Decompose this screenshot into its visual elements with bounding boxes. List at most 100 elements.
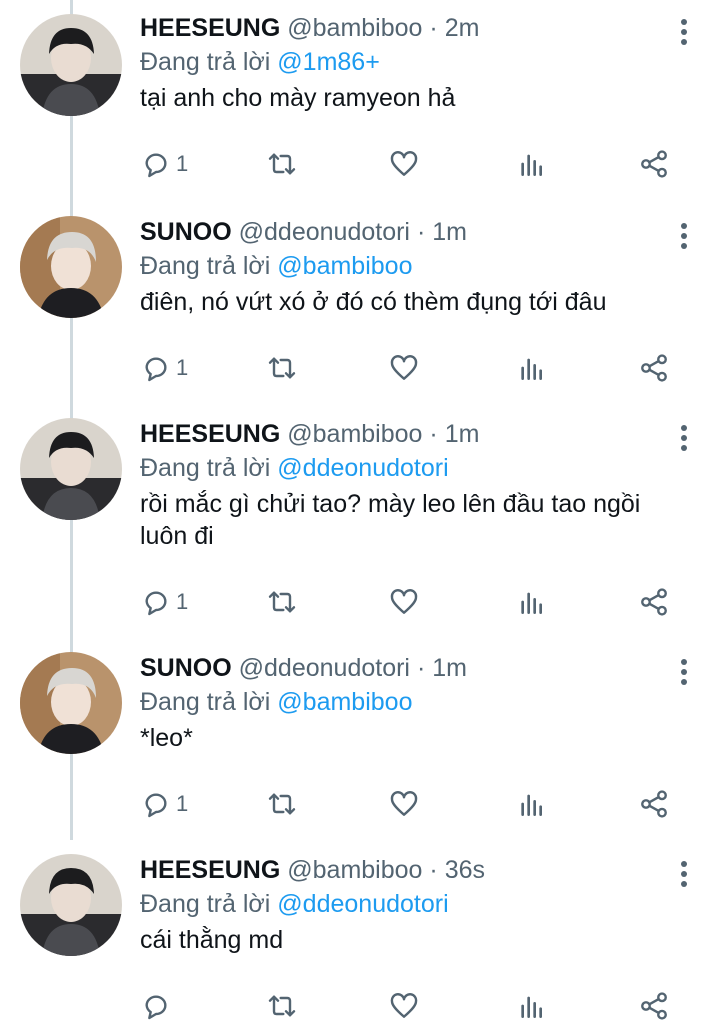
analytics-button[interactable]: [516, 582, 548, 622]
heart-icon: [390, 589, 418, 614]
retweet-icon: [268, 357, 296, 379]
reply-mention-link[interactable]: @ddeonudotori: [277, 890, 448, 918]
share-icon: [641, 354, 667, 382]
tweet-text: cái thằng md: [140, 926, 284, 954]
timestamp[interactable]: 1m: [445, 420, 480, 448]
reply-count: 1: [176, 589, 189, 614]
avatar[interactable]: [20, 14, 122, 116]
analytics-button[interactable]: [516, 348, 548, 388]
reply-button[interactable]: [140, 986, 176, 1026]
tweet-text: *leo*: [140, 724, 193, 752]
tweet-actions: 1: [140, 144, 680, 184]
timestamp[interactable]: 1m: [432, 218, 467, 246]
analytics-button[interactable]: [516, 784, 548, 824]
more-options-icon[interactable]: [678, 858, 690, 890]
retweet-icon: [268, 153, 296, 175]
reply-button[interactable]: 1: [140, 582, 188, 622]
separator-dot: ·: [416, 654, 426, 682]
avatar[interactable]: [20, 652, 122, 754]
analytics-icon: [521, 154, 542, 176]
heart-icon: [390, 791, 418, 816]
retweet-button[interactable]: [266, 348, 298, 388]
user-handle[interactable]: @ddeonudotori: [239, 654, 410, 682]
replying-to-label: Đang trả lời: [140, 252, 271, 280]
retweet-button[interactable]: [266, 582, 298, 622]
replying-to-label: Đang trả lời: [140, 454, 271, 482]
timestamp[interactable]: 1m: [432, 654, 467, 682]
display-name[interactable]: HEESEUNG: [140, 856, 280, 884]
reply-mention-link[interactable]: @bambiboo: [277, 688, 412, 716]
timestamp[interactable]: 36s: [445, 856, 485, 884]
more-options-icon[interactable]: [678, 220, 690, 252]
like-button[interactable]: [388, 784, 420, 824]
retweet-button[interactable]: [266, 144, 298, 184]
avatar[interactable]: [20, 216, 122, 318]
reply-count: 1: [176, 791, 189, 816]
like-button[interactable]: [388, 582, 420, 622]
replying-to: Đang trả lời @1m86+: [140, 46, 670, 78]
replying-to: Đang trả lời @ddeonudotori: [140, 452, 670, 484]
display-name[interactable]: SUNOO: [140, 654, 232, 682]
avatar[interactable]: [20, 418, 122, 520]
analytics-button[interactable]: [516, 986, 548, 1026]
separator-dot: ·: [429, 14, 438, 42]
analytics-button[interactable]: [516, 144, 548, 184]
share-icon: [641, 790, 667, 818]
share-button[interactable]: [638, 144, 670, 184]
tweet-actions: 1: [140, 348, 680, 388]
display-name[interactable]: SUNOO: [140, 218, 232, 246]
share-icon: [641, 588, 667, 616]
user-handle[interactable]: @bambiboo: [287, 420, 422, 448]
tweet-header: HEESEUNG @bambiboo · 2m: [140, 12, 670, 44]
user-handle[interactable]: @bambiboo: [287, 856, 422, 884]
retweet-icon: [268, 591, 296, 613]
avatar[interactable]: [20, 854, 122, 956]
tweet-text: rồi mắc gì chửi tao? mày leo lên đầu tao…: [140, 490, 641, 550]
separator-dot: ·: [429, 856, 438, 884]
share-icon: [641, 992, 667, 1020]
like-button[interactable]: [388, 144, 420, 184]
more-options-icon[interactable]: [678, 422, 690, 454]
share-button[interactable]: [638, 986, 670, 1026]
user-handle[interactable]: @ddeonudotori: [239, 218, 410, 246]
separator-dot: ·: [416, 218, 426, 246]
replying-to: Đang trả lời @bambiboo: [140, 250, 670, 282]
display-name[interactable]: HEESEUNG: [140, 420, 280, 448]
more-options-icon[interactable]: [678, 16, 690, 48]
heart-icon: [390, 355, 418, 380]
like-button[interactable]: [388, 348, 420, 388]
reply-icon: [145, 793, 167, 818]
reply-button[interactable]: 1: [140, 784, 188, 824]
analytics-icon: [521, 592, 542, 614]
reply-icon: [145, 591, 167, 616]
retweet-button[interactable]: [266, 986, 298, 1026]
tweet-header: SUNOO @ddeonudotori · 1m: [140, 652, 670, 684]
heart-icon: [390, 993, 418, 1018]
share-button[interactable]: [638, 348, 670, 388]
reply-icon: [145, 357, 167, 382]
analytics-icon: [521, 358, 542, 380]
display-name[interactable]: HEESEUNG: [140, 14, 280, 42]
analytics-icon: [521, 794, 542, 816]
timestamp[interactable]: 2m: [445, 14, 480, 42]
replying-to: Đang trả lời @ddeonudotori: [140, 888, 670, 920]
retweet-button[interactable]: [266, 784, 298, 824]
more-options-icon[interactable]: [678, 656, 690, 688]
reply-icon: [145, 153, 167, 178]
share-button[interactable]: [638, 582, 670, 622]
reply-button[interactable]: 1: [140, 144, 188, 184]
share-button[interactable]: [638, 784, 670, 824]
user-handle[interactable]: @bambiboo: [287, 14, 422, 42]
tweet-actions: 1: [140, 582, 680, 622]
retweet-icon: [268, 995, 296, 1017]
reply-mention-link[interactable]: @ddeonudotori: [277, 454, 448, 482]
heart-icon: [390, 151, 418, 176]
replying-to-label: Đang trả lời: [140, 688, 271, 716]
reply-button[interactable]: 1: [140, 348, 188, 388]
reply-count: 1: [176, 151, 189, 176]
reply-mention-link[interactable]: @bambiboo: [277, 252, 412, 280]
share-icon: [641, 150, 667, 178]
analytics-icon: [521, 996, 542, 1018]
reply-mention-link[interactable]: @1m86+: [277, 48, 380, 76]
like-button[interactable]: [388, 986, 420, 1026]
